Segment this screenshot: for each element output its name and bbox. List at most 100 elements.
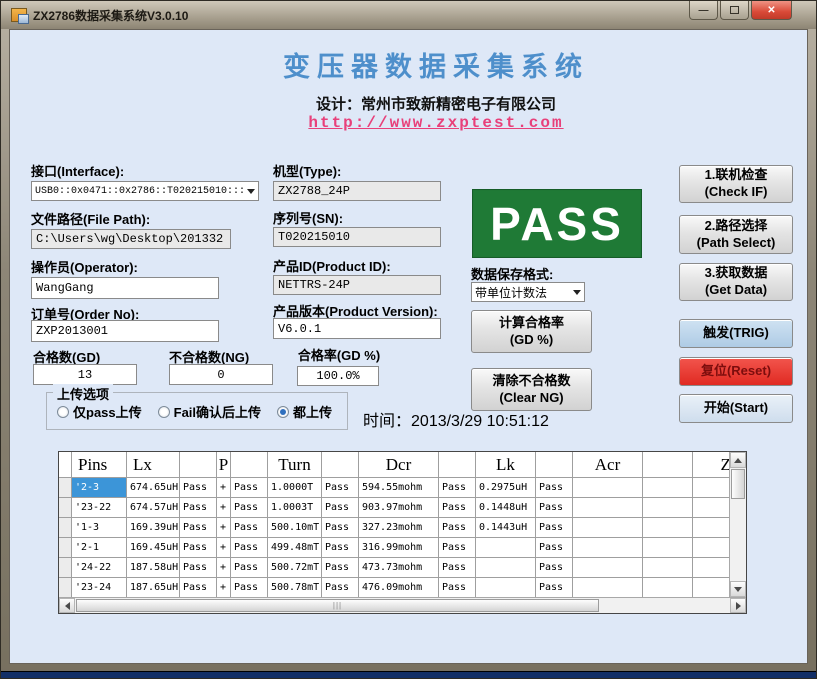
save-format-combobox[interactable]: 带单位计数法 <box>471 282 585 302</box>
start-button[interactable]: 开始(Start) <box>679 394 793 423</box>
upload-option-2[interactable]: 都上传 <box>277 402 332 421</box>
table-cell[interactable] <box>693 558 729 578</box>
table-cell[interactable]: 1.0000T <box>268 478 322 498</box>
table-cell[interactable]: Pass <box>180 538 217 558</box>
table-cell[interactable] <box>643 578 693 597</box>
table-cell[interactable]: '2-3 <box>72 478 127 498</box>
vertical-scrollbar[interactable] <box>729 452 746 597</box>
table-cell[interactable]: Pass <box>322 578 359 597</box>
table-cell[interactable]: 169.45uH <box>127 538 180 558</box>
radio-icon[interactable] <box>57 406 69 418</box>
column-header-Dcr[interactable]: Dcr <box>359 452 439 478</box>
table-cell[interactable] <box>693 518 729 538</box>
file-path-field[interactable] <box>31 229 231 249</box>
column-header-P[interactable]: P <box>217 452 231 478</box>
table-cell[interactable]: 316.99mohm <box>359 538 439 558</box>
table-cell[interactable]: 903.97mohm <box>359 498 439 518</box>
table-cell[interactable]: Pass <box>231 478 268 498</box>
radio-icon[interactable] <box>277 406 289 418</box>
table-cell[interactable]: Pass <box>322 498 359 518</box>
table-cell[interactable]: Pass <box>231 538 268 558</box>
table-cell[interactable]: Pass <box>536 538 573 558</box>
table-cell[interactable]: Pass <box>536 518 573 538</box>
table-cell[interactable]: + <box>217 518 231 538</box>
check-if-button[interactable]: 1.联机检查 (Check IF) <box>679 165 793 203</box>
trig-button[interactable]: 触发(TRIG) <box>679 319 793 348</box>
table-cell[interactable]: Pass <box>322 538 359 558</box>
table-cell[interactable]: Pass <box>231 518 268 538</box>
table-cell[interactable]: 0.2975uH <box>476 478 536 498</box>
table-cell[interactable] <box>573 518 643 538</box>
table-cell[interactable] <box>573 498 643 518</box>
ng-count-field[interactable] <box>169 364 273 385</box>
close-button[interactable]: ✕ <box>751 1 792 20</box>
scroll-up-button[interactable] <box>730 452 746 468</box>
table-cell[interactable] <box>643 498 693 518</box>
table-cell[interactable]: Pass <box>439 518 476 538</box>
table-cell[interactable]: 674.57uH <box>127 498 180 518</box>
column-header-blank-3[interactable] <box>180 452 217 478</box>
type-field[interactable] <box>273 181 441 201</box>
product-version-field[interactable] <box>273 318 441 339</box>
horizontal-scroll-thumb[interactable]: ||| <box>76 599 599 612</box>
chevron-down-icon[interactable] <box>569 290 584 295</box>
radio-icon[interactable] <box>158 406 170 418</box>
table-cell[interactable]: 500.10mT <box>268 518 322 538</box>
table-cell[interactable]: Pass <box>322 518 359 538</box>
table-cell[interactable]: + <box>217 478 231 498</box>
table-cell[interactable] <box>573 558 643 578</box>
minimize-button[interactable]: — <box>689 1 718 20</box>
table-cell[interactable]: Pass <box>439 478 476 498</box>
get-data-button[interactable]: 3.获取数据 (Get Data) <box>679 263 793 301</box>
table-cell[interactable]: 674.65uH <box>127 478 180 498</box>
table-cell[interactable]: Pass <box>231 498 268 518</box>
upload-option-1[interactable]: Fail确认后上传 <box>158 402 261 421</box>
horizontal-scrollbar[interactable]: ||| <box>59 597 746 613</box>
scroll-left-button[interactable] <box>59 598 75 613</box>
vertical-scroll-thumb[interactable] <box>731 469 745 499</box>
table-cell[interactable]: Pass <box>180 518 217 538</box>
table-cell[interactable]: 0.1448uH <box>476 498 536 518</box>
table-cell[interactable]: + <box>217 538 231 558</box>
column-header-Turn[interactable]: Turn <box>268 452 322 478</box>
table-cell[interactable] <box>693 498 729 518</box>
table-cell[interactable]: Pass <box>439 538 476 558</box>
scroll-down-button[interactable] <box>730 581 746 597</box>
table-cell[interactable] <box>476 578 536 597</box>
table-cell[interactable] <box>573 578 643 597</box>
path-select-button[interactable]: 2.路径选择 (Path Select) <box>679 215 793 254</box>
table-cell[interactable]: Pass <box>322 478 359 498</box>
table-cell[interactable] <box>573 538 643 558</box>
table-cell[interactable]: Pass <box>322 558 359 578</box>
table-cell[interactable]: 327.23mohm <box>359 518 439 538</box>
table-cell[interactable]: + <box>217 558 231 578</box>
table-cell[interactable] <box>476 538 536 558</box>
column-header-Acr[interactable]: Acr <box>573 452 643 478</box>
reset-button[interactable]: 复位(Reset) <box>679 357 793 386</box>
row-selector[interactable] <box>59 518 72 538</box>
chevron-down-icon[interactable] <box>243 189 258 194</box>
row-selector[interactable] <box>59 498 72 518</box>
table-cell[interactable]: + <box>217 578 231 597</box>
table-cell[interactable] <box>693 478 729 498</box>
table-cell[interactable]: '1-3 <box>72 518 127 538</box>
column-header-Zx[interactable]: Zx <box>693 452 729 478</box>
column-header-blank-0[interactable] <box>59 452 72 478</box>
product-id-field[interactable] <box>273 275 441 295</box>
operator-field[interactable] <box>31 277 219 299</box>
table-cell[interactable] <box>693 578 729 597</box>
gd-count-field[interactable] <box>33 364 137 385</box>
row-selector[interactable] <box>59 558 72 578</box>
table-cell[interactable] <box>643 558 693 578</box>
table-cell[interactable]: '23-24 <box>72 578 127 597</box>
table-cell[interactable] <box>573 478 643 498</box>
title-bar[interactable]: ZX2786数据采集系统V3.0.10 — ✕ <box>1 1 816 29</box>
column-header-Lx[interactable]: Lx <box>127 452 180 478</box>
table-cell[interactable]: '23-22 <box>72 498 127 518</box>
table-cell[interactable]: 594.55mohm <box>359 478 439 498</box>
column-header-Pins[interactable]: Pins <box>72 452 127 478</box>
serial-field[interactable] <box>273 227 441 247</box>
upload-option-0[interactable]: 仅pass上传 <box>57 402 142 421</box>
table-cell[interactable]: Pass <box>180 578 217 597</box>
table-cell[interactable] <box>476 558 536 578</box>
